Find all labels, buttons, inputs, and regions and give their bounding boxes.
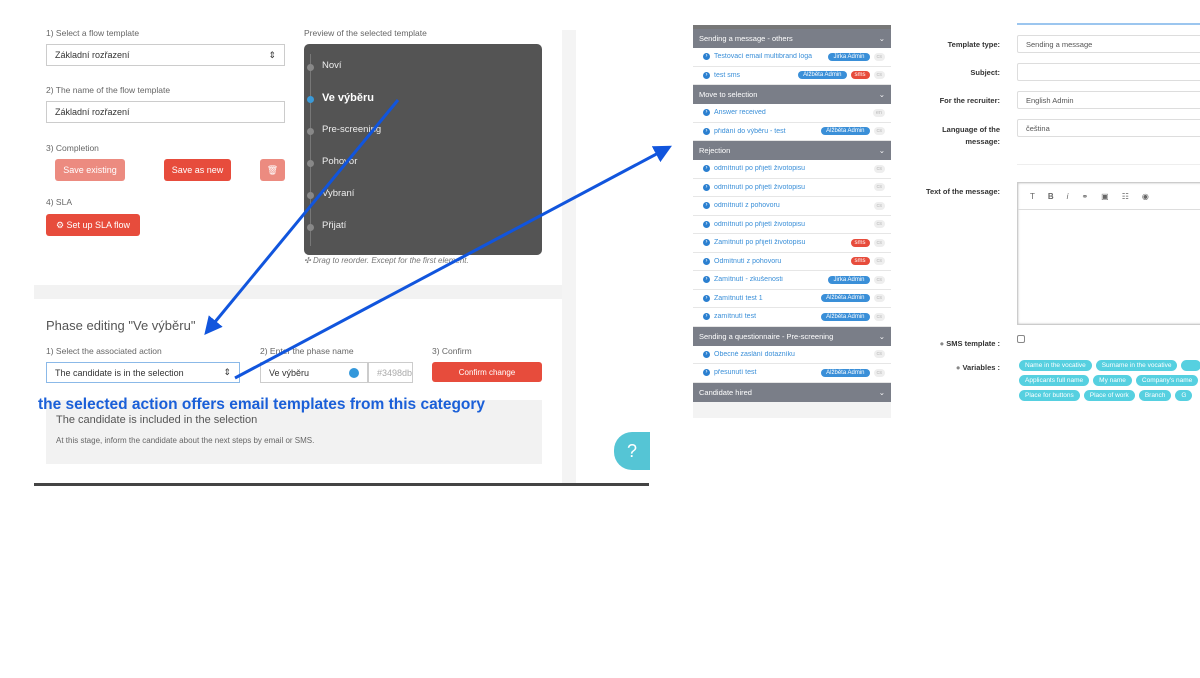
arrow-to-category [234,145,672,380]
arrow-to-action [204,99,400,335]
annotation-arrows [204,99,672,380]
